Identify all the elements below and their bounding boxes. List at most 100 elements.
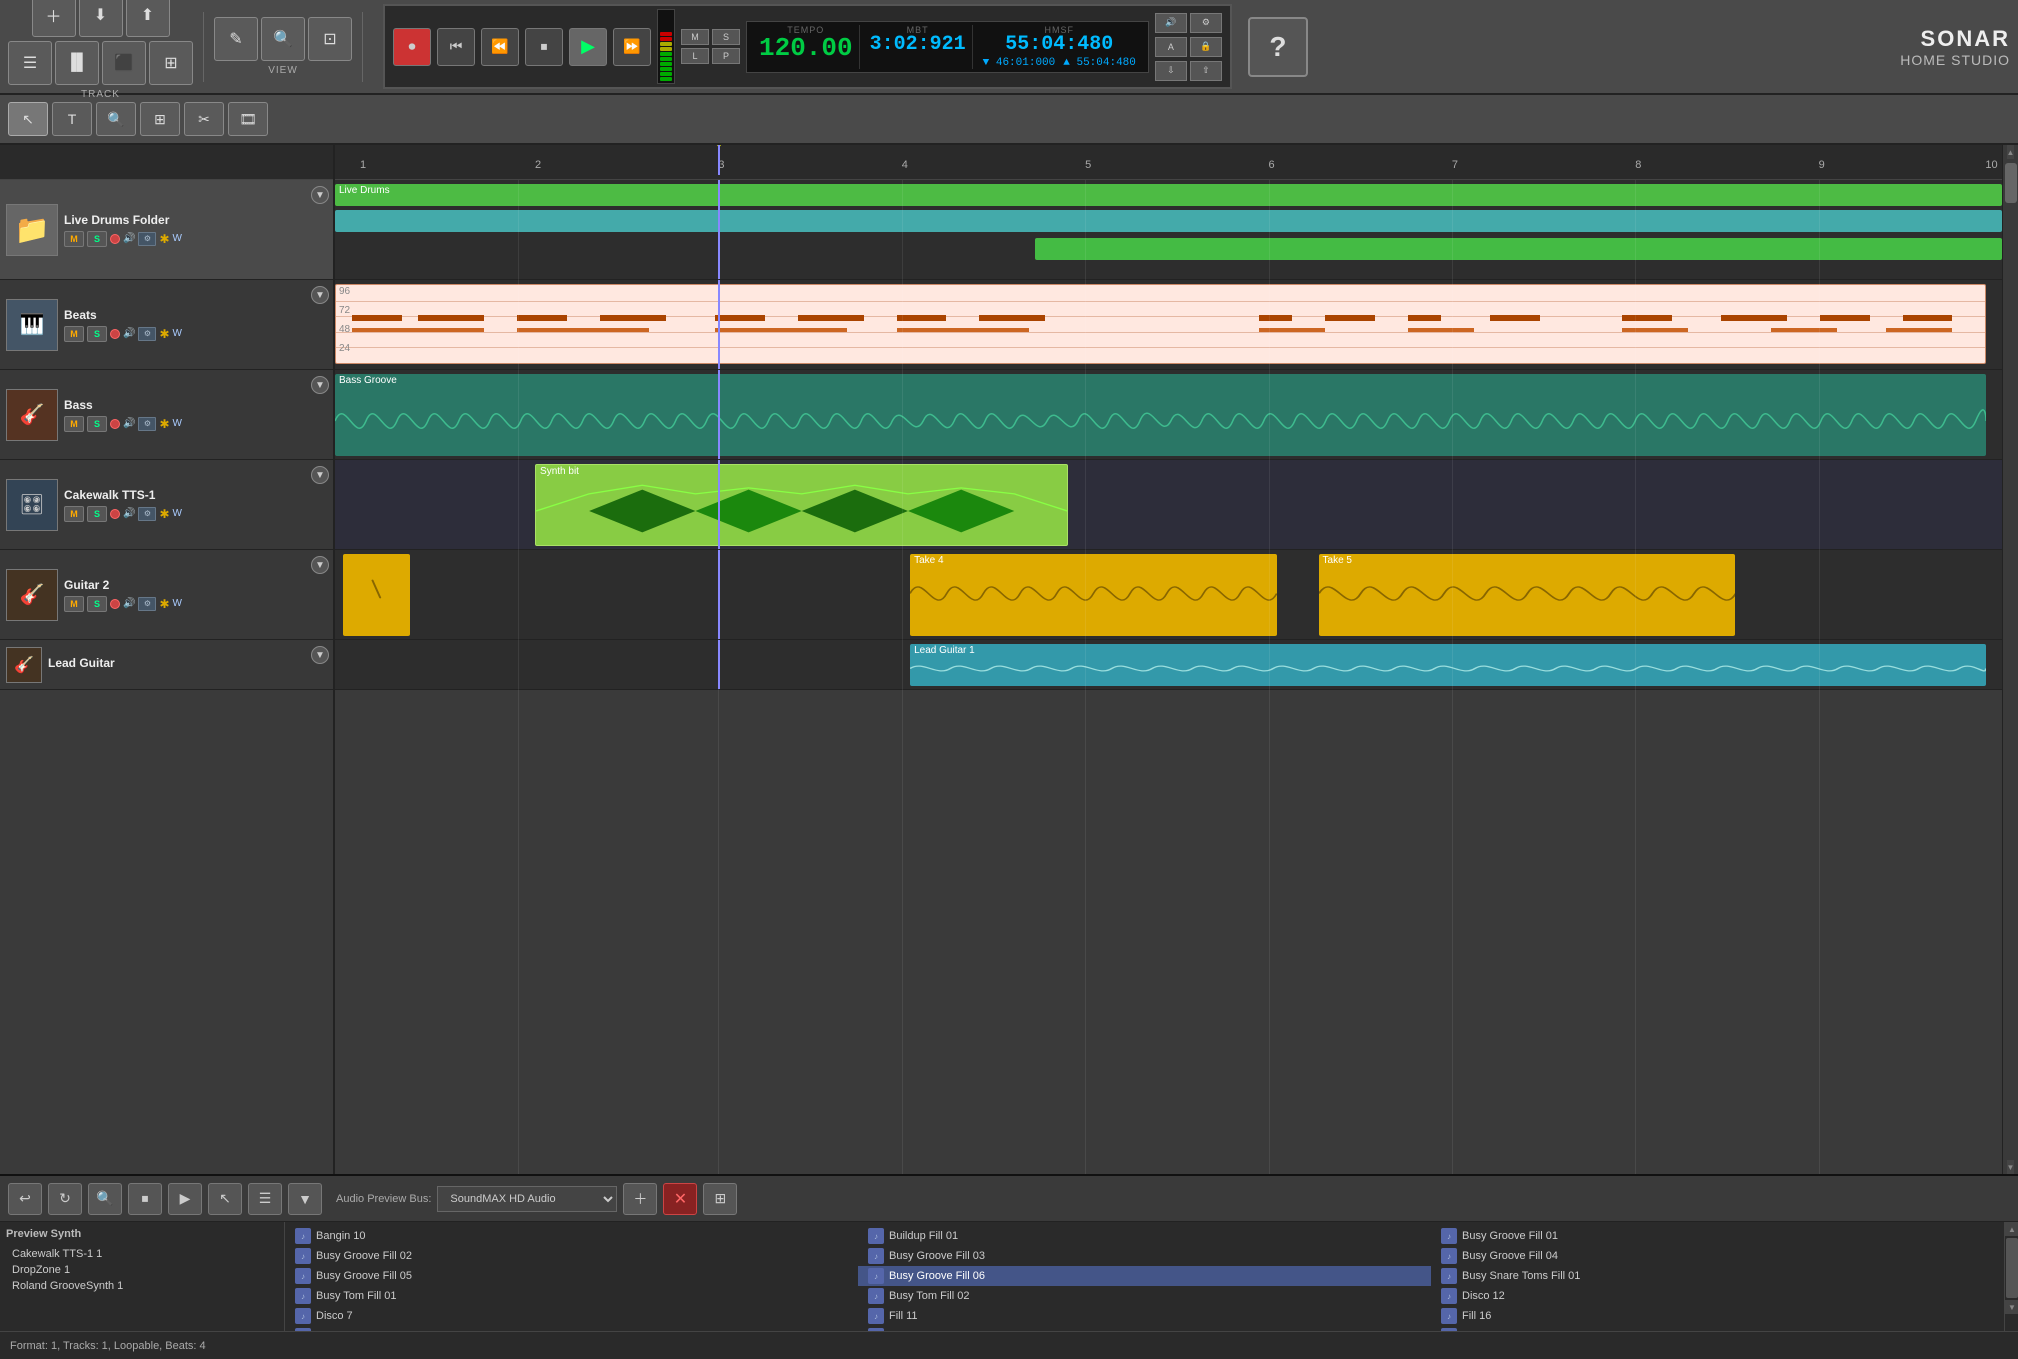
- cakewalk-solo-btn[interactable]: S: [87, 506, 107, 522]
- guitar2-star-icon[interactable]: ✱: [159, 597, 169, 611]
- track-row-guitar2[interactable]: Take 4 Take 5: [335, 550, 2002, 640]
- stop-button[interactable]: ⏹: [525, 28, 563, 66]
- guitar2-audio-icon[interactable]: 🔊: [123, 598, 135, 609]
- guitar2-w2[interactable]: W: [173, 598, 182, 609]
- ld-solo-btn[interactable]: S: [87, 231, 107, 247]
- ld-expand-btn[interactable]: ▼: [311, 186, 329, 204]
- film-tool[interactable]: 🎞: [228, 102, 268, 136]
- bt-stop-btn[interactable]: ⏹: [128, 1183, 162, 1215]
- bt-grid-btn[interactable]: ⊞: [703, 1183, 737, 1215]
- record-button[interactable]: ⏺: [393, 28, 431, 66]
- magnify-tool[interactable]: 🔍: [96, 102, 136, 136]
- browser-item-8[interactable]: ♪Busy Snare Toms Fill 01: [1431, 1266, 2004, 1286]
- track-screenshot-button[interactable]: ⬛: [102, 41, 146, 85]
- browser-scroll-up[interactable]: ▲: [2005, 1222, 2018, 1236]
- v-scrollbar[interactable]: ▲ ▼: [2002, 145, 2018, 1174]
- cakewalk-record-dot[interactable]: [110, 509, 120, 519]
- bt-refresh-btn[interactable]: ↻: [48, 1183, 82, 1215]
- extra-btn2[interactable]: ⚙: [1190, 13, 1222, 33]
- extra-btn3[interactable]: A: [1155, 37, 1187, 57]
- l-button[interactable]: L: [681, 48, 709, 64]
- live-drums-clip-2[interactable]: [335, 210, 2002, 232]
- rewind-button[interactable]: ⏪: [481, 28, 519, 66]
- scroll-thumb[interactable]: [2005, 163, 2017, 203]
- hmsf-value[interactable]: 55:04:480: [1005, 35, 1113, 55]
- guitar2-expand-btn[interactable]: ▼: [311, 556, 329, 574]
- scroll-up-btn[interactable]: ▲: [2007, 145, 2015, 159]
- bass-star-icon[interactable]: ✱: [159, 417, 169, 431]
- beats-expand-btn[interactable]: ▼: [311, 286, 329, 304]
- s-button[interactable]: S: [712, 29, 740, 45]
- bass-expand-btn[interactable]: ▼: [311, 376, 329, 394]
- ld-mute-btn[interactable]: M: [64, 231, 84, 247]
- guitar2-take5-clip[interactable]: Take 5: [1319, 554, 1736, 636]
- cakewalk-expand-btn[interactable]: ▼: [311, 466, 329, 484]
- beats-audio-icon[interactable]: 🔊: [123, 328, 135, 339]
- scissors-tool[interactable]: ✂: [184, 102, 224, 136]
- guitar2-mute-btn[interactable]: M: [64, 596, 84, 612]
- goto-start-button[interactable]: ⏮: [437, 28, 475, 66]
- bass-clip[interactable]: Bass Groove: [335, 374, 1986, 456]
- export-button[interactable]: ⬆: [126, 0, 170, 37]
- synth-item-2[interactable]: Roland GrooveSynth 1: [6, 1278, 278, 1294]
- ld-w-btn[interactable]: ⚙: [138, 232, 156, 246]
- browser-v-scroll[interactable]: ▲ ▼: [2004, 1222, 2018, 1331]
- browser-item-5[interactable]: ♪Busy Groove Fill 04: [1431, 1246, 2004, 1266]
- browser-scroll-down[interactable]: ▼: [2005, 1300, 2018, 1314]
- ld-record-dot[interactable]: [110, 234, 120, 244]
- track-row-bass[interactable]: Bass Groove: [335, 370, 2002, 460]
- synth-item-1[interactable]: DropZone 1: [6, 1262, 278, 1278]
- bt-back-btn[interactable]: ↩: [8, 1183, 42, 1215]
- browser-item-4[interactable]: ♪Busy Groove Fill 03: [858, 1246, 1431, 1266]
- ld-w2[interactable]: W: [173, 233, 182, 244]
- track-row-leadguitar[interactable]: Lead Guitar 1: [335, 640, 2002, 690]
- play-button[interactable]: ▶: [569, 28, 607, 66]
- select-tool[interactable]: ↖: [8, 102, 48, 136]
- bass-record-dot[interactable]: [110, 419, 120, 429]
- leadguitar-expand-btn[interactable]: ▼: [311, 646, 329, 664]
- bt-search-btn[interactable]: 🔍: [88, 1183, 122, 1215]
- beats-mute-btn[interactable]: M: [64, 326, 84, 342]
- live-drums-clip-3[interactable]: [1035, 238, 2002, 260]
- import-button[interactable]: ⬇: [79, 0, 123, 37]
- beats-clip[interactable]: [335, 284, 1986, 364]
- extra-btn6[interactable]: ⇧: [1190, 61, 1222, 81]
- add-track-button[interactable]: ＋: [32, 0, 76, 37]
- marquee-tool[interactable]: ⊞: [140, 102, 180, 136]
- tempo-value[interactable]: 120.00: [759, 35, 853, 61]
- bass-solo-btn[interactable]: S: [87, 416, 107, 432]
- track-row-beats[interactable]: 96 72 48 24: [335, 280, 2002, 370]
- extra-btn4[interactable]: 🔒: [1190, 37, 1222, 57]
- extra-btn5[interactable]: ⇩: [1155, 61, 1187, 81]
- cakewalk-mute-btn[interactable]: M: [64, 506, 84, 522]
- m-button[interactable]: M: [681, 29, 709, 45]
- beats-solo-btn[interactable]: S: [87, 326, 107, 342]
- view-btn2[interactable]: 🔍: [261, 17, 305, 61]
- browser-item-6[interactable]: ♪Busy Groove Fill 05: [285, 1266, 858, 1286]
- track-view-button[interactable]: ☰: [8, 41, 52, 85]
- bt-list-btn[interactable]: ☰: [248, 1183, 282, 1215]
- browser-item-11[interactable]: ♪Disco 12: [1431, 1286, 2004, 1306]
- view-btn1[interactable]: ✎: [214, 17, 258, 61]
- synth-item-0[interactable]: Cakewalk TTS-1 1: [6, 1246, 278, 1262]
- bass-w-btn[interactable]: ⚙: [138, 417, 156, 431]
- guitar2-clip-1[interactable]: [343, 554, 410, 636]
- cakewalk-w2[interactable]: W: [173, 508, 182, 519]
- fast-forward-button[interactable]: ⏩: [613, 28, 651, 66]
- bt-cursor-btn[interactable]: ↖: [208, 1183, 242, 1215]
- guitar2-w-btn[interactable]: ⚙: [138, 597, 156, 611]
- guitar2-record-dot[interactable]: [110, 599, 120, 609]
- beats-w-btn[interactable]: ⚙: [138, 327, 156, 341]
- bass-mute-btn[interactable]: M: [64, 416, 84, 432]
- browser-item-14[interactable]: ♪Fill 16: [1431, 1306, 2004, 1326]
- browser-item-3[interactable]: ♪Busy Groove Fill 02: [285, 1246, 858, 1266]
- audio-bus-select[interactable]: SoundMAX HD Audio: [437, 1186, 617, 1212]
- ld-star-icon[interactable]: ✱: [159, 232, 169, 246]
- browser-item-9[interactable]: ♪Busy Tom Fill 01: [285, 1286, 858, 1306]
- bt-close-btn[interactable]: ✕: [663, 1183, 697, 1215]
- beats-star-icon[interactable]: ✱: [159, 327, 169, 341]
- beats-w2[interactable]: W: [173, 328, 182, 339]
- synth-clip[interactable]: Synth bit: [535, 464, 1068, 546]
- track-grid-button[interactable]: ⊞: [149, 41, 193, 85]
- mbt-value[interactable]: 3:02:921: [870, 35, 966, 55]
